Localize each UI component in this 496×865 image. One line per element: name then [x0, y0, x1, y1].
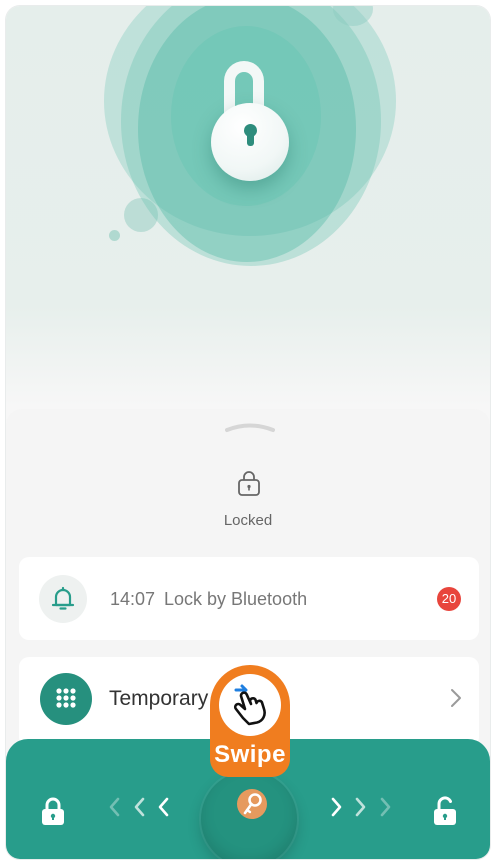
keyhole-stem	[247, 133, 254, 146]
chevrons-left-icon	[109, 797, 169, 817]
key-icon	[237, 789, 267, 819]
lock-status-label: Locked	[223, 512, 273, 529]
chevrons-right-icon	[331, 797, 391, 817]
temporary-label: Temporary	[109, 687, 209, 710]
unread-count-badge: 20	[437, 587, 461, 611]
sheet-grip-handle[interactable]	[225, 421, 275, 433]
log-time: 14:07	[110, 589, 156, 609]
chevron-right-icon	[451, 689, 461, 707]
swipe-hint-label: Swipe	[214, 741, 286, 768]
lock-illustration	[6, 6, 490, 406]
log-description: Lock by Bluetooth	[164, 589, 308, 609]
lock-status-icon	[238, 471, 260, 496]
keypad-icon	[40, 673, 92, 725]
hand-swipe-icon	[233, 684, 266, 726]
unlock-icon[interactable]	[432, 795, 458, 827]
lock-icon[interactable]	[40, 795, 66, 827]
app-screen: Locked 14:07 Lock by Bluetooth 20 Tempor…	[6, 6, 490, 859]
activity-log-card[interactable]: 14:07 Lock by Bluetooth 20	[19, 557, 479, 640]
bell-icon	[39, 575, 87, 623]
bubble	[124, 198, 158, 232]
bubble	[109, 230, 120, 241]
swipe-hint: Swipe	[210, 665, 290, 777]
hint-disc	[219, 674, 281, 736]
